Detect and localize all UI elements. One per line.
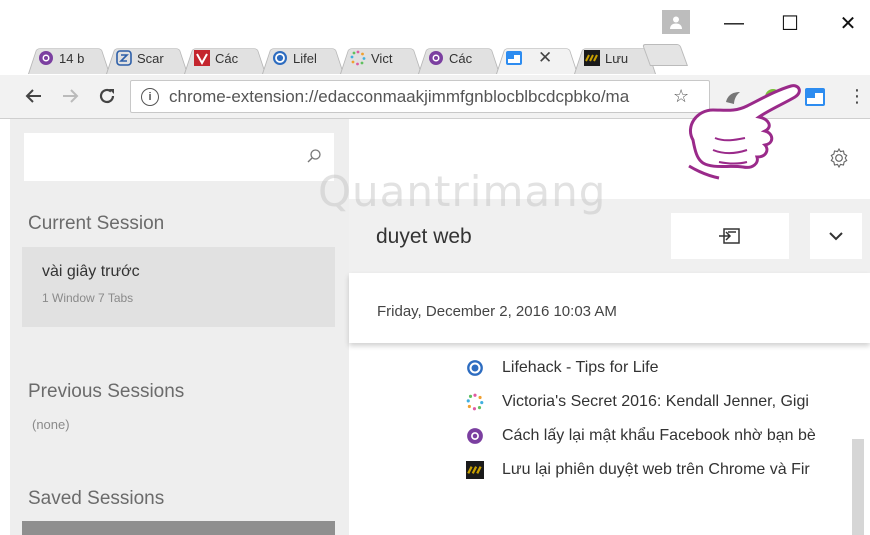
close-tab-icon[interactable]: ✕ — [538, 48, 552, 68]
session-header: duyet web — [349, 199, 870, 273]
info-icon[interactable]: i — [141, 87, 159, 106]
back-icon[interactable] — [20, 83, 46, 109]
browser-tab-label: 14 b — [59, 50, 85, 66]
pointing-hand-icon — [688, 84, 801, 180]
quora-icon — [466, 427, 484, 445]
list-item[interactable]: Lifehack - Tips for Life — [466, 351, 866, 385]
quantrimang-icon — [466, 461, 484, 479]
open-in-window-icon — [719, 228, 740, 244]
reload-icon[interactable] — [94, 83, 120, 109]
browser-tab-content[interactable]: Vict — [350, 44, 420, 72]
tab-title: Cách lấy lại mật khẩu Facebook nhờ bạn b… — [502, 427, 816, 444]
session-meta: 1 Window 7 Tabs — [42, 291, 134, 305]
browser-tab-label: Các — [449, 50, 473, 66]
session-buddy-icon — [506, 50, 522, 66]
browser-tab-content[interactable]: 14 b — [38, 44, 108, 72]
session-name[interactable]: duyet web — [376, 225, 472, 249]
previous-sessions-heading: Previous Sessions — [28, 381, 185, 402]
tab-title: Lifehack - Tips for Life — [502, 359, 659, 376]
forward-icon[interactable] — [58, 83, 84, 109]
browser-tab-label: Scar — [137, 50, 164, 66]
sessions-sidebar: Current Session vài giây trước 1 Window … — [10, 119, 349, 535]
url-text: chrome-extension://edacconmaakjimmfgnblo… — [169, 86, 630, 106]
session-date: Friday, December 2, 2016 10:03 AM — [377, 303, 617, 320]
current-session-card[interactable]: vài giây trước 1 Window 7 Tabs — [22, 247, 335, 327]
tab-strip: 14 b Scar Các Lifel Vict Các ✕ Lưu — [0, 36, 700, 76]
address-bar[interactable]: i chrome-extension://edacconmaakjimmfgnb… — [130, 80, 710, 113]
browser-tab-label: Lưu — [605, 50, 629, 66]
scrollbar[interactable] — [852, 439, 864, 535]
lifehack-icon — [466, 359, 484, 377]
quora-icon — [38, 50, 54, 66]
browser-tab-content[interactable]: Các — [194, 44, 264, 72]
browser-tab-label: Các — [215, 50, 239, 66]
quantrimang-icon — [584, 50, 600, 66]
session-time: vài giây trước — [42, 263, 140, 280]
browser-tab-content[interactable]: ✕ — [506, 44, 576, 72]
maximize-button[interactable]: ☐ — [768, 8, 812, 38]
vnexpress-icon — [194, 50, 210, 66]
window-date-header: Friday, December 2, 2016 10:03 AM — [349, 273, 870, 343]
search-icon[interactable] — [306, 148, 322, 164]
restore-session-button[interactable] — [671, 213, 789, 259]
browser-tab-content[interactable]: Scar — [116, 44, 186, 72]
chevron-down-icon — [829, 232, 843, 241]
current-session-heading: Current Session — [28, 213, 165, 234]
close-window-button[interactable]: ✕ — [826, 8, 870, 38]
zing-icon — [116, 50, 132, 66]
minimize-button[interactable]: — — [712, 8, 756, 38]
tab-title: Victoria's Secret 2016: Kendall Jenner, … — [502, 393, 809, 410]
chrome-menu-icon[interactable]: ⋮ — [844, 83, 870, 109]
profile-button[interactable] — [662, 10, 690, 34]
title-bar: — ☐ ✕ 14 b Scar Các Lifel Vict Các ✕ Lưu — [0, 0, 870, 75]
new-tab-button[interactable] — [641, 44, 689, 66]
browser-tab-content[interactable]: Lifel — [272, 44, 342, 72]
tab-title: Lưu lại phiên duyệt web trên Chrome và F… — [502, 461, 810, 478]
browser-tab-label: Lifel — [293, 50, 317, 66]
lifehack-icon — [272, 50, 288, 66]
saved-tab-list: Lifehack - Tips for Life Victoria's Secre… — [466, 351, 866, 487]
previous-sessions-empty: (none) — [32, 417, 70, 432]
list-item[interactable]: Victoria's Secret 2016: Kendall Jenner, … — [466, 385, 866, 419]
browser-tab-content[interactable]: Các — [428, 44, 498, 72]
gear-icon[interactable] — [828, 147, 850, 169]
browser-tab-label: Vict — [371, 50, 393, 66]
search-input[interactable] — [24, 133, 334, 181]
quora-icon — [428, 50, 444, 66]
saved-sessions-heading: Saved Sessions — [28, 488, 165, 509]
person-icon — [670, 16, 682, 29]
expand-menu-button[interactable] — [810, 213, 862, 259]
saved-session-item[interactable] — [22, 521, 335, 535]
victorias-secret-icon — [350, 50, 366, 66]
victorias-secret-icon — [466, 393, 484, 411]
list-item[interactable]: Cách lấy lại mật khẩu Facebook nhờ bạn b… — [466, 419, 866, 453]
list-item[interactable]: Lưu lại phiên duyệt web trên Chrome và F… — [466, 453, 866, 487]
